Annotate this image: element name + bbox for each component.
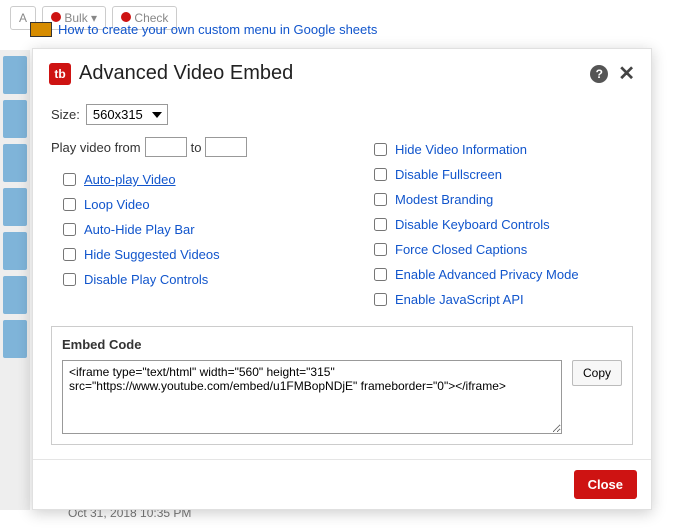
video-thumbnail-icon xyxy=(30,22,52,37)
loop-checkbox[interactable] xyxy=(63,198,76,211)
hidesuggested-checkbox[interactable] xyxy=(63,248,76,261)
embed-code-section: Embed Code <iframe type="text/html" widt… xyxy=(51,326,633,445)
disablekeyboard-checkbox[interactable] xyxy=(374,218,387,231)
privacy-checkbox[interactable] xyxy=(374,268,387,281)
help-icon[interactable]: ? xyxy=(590,65,608,83)
modal-header: tb Advanced Video Embed ? ✕ xyxy=(33,49,651,96)
disablekeyboard-label[interactable]: Disable Keyboard Controls xyxy=(395,217,550,232)
close-icon[interactable]: ✕ xyxy=(618,61,635,86)
copy-button[interactable]: Copy xyxy=(572,360,622,386)
bg-video-link: How to create your own custom menu in Go… xyxy=(58,22,377,37)
hideinfo-checkbox[interactable] xyxy=(374,143,387,156)
autoplay-label[interactable]: Auto-play Video xyxy=(84,172,176,187)
loop-label[interactable]: Loop Video xyxy=(84,197,150,212)
forcecc-checkbox[interactable] xyxy=(374,243,387,256)
close-button[interactable]: Close xyxy=(574,470,637,499)
disablecontrols-checkbox[interactable] xyxy=(63,273,76,286)
jsapi-checkbox[interactable] xyxy=(374,293,387,306)
right-options-column: Hide Video Information Disable Fullscree… xyxy=(362,137,633,312)
play-to-label: to xyxy=(191,140,202,155)
bg-sidebar xyxy=(0,50,30,510)
modal-title: Advanced Video Embed xyxy=(79,62,590,85)
modal-footer: Close xyxy=(33,459,651,509)
embed-code-textarea[interactable]: <iframe type="text/html" width="560" hei… xyxy=(62,360,562,434)
left-options-column: Play video from to Auto-play Video Loop … xyxy=(51,137,322,312)
play-from-label: Play video from xyxy=(51,140,141,155)
forcecc-label[interactable]: Force Closed Captions xyxy=(395,242,527,257)
play-from-input[interactable] xyxy=(145,137,187,157)
modestbranding-label[interactable]: Modest Branding xyxy=(395,192,493,207)
privacy-label[interactable]: Enable Advanced Privacy Mode xyxy=(395,267,579,282)
hideinfo-label[interactable]: Hide Video Information xyxy=(395,142,527,157)
disablefullscreen-label[interactable]: Disable Fullscreen xyxy=(395,167,502,182)
modestbranding-checkbox[interactable] xyxy=(374,193,387,206)
disablecontrols-label[interactable]: Disable Play Controls xyxy=(84,272,208,287)
autohide-checkbox[interactable] xyxy=(63,223,76,236)
tubebuddy-logo-icon: tb xyxy=(49,63,71,85)
hidesuggested-label[interactable]: Hide Suggested Videos xyxy=(84,247,220,262)
disablefullscreen-checkbox[interactable] xyxy=(374,168,387,181)
size-select[interactable]: 560x315 xyxy=(86,104,168,125)
size-label: Size: xyxy=(51,107,80,122)
play-to-input[interactable] xyxy=(205,137,247,157)
jsapi-label[interactable]: Enable JavaScript API xyxy=(395,292,524,307)
advanced-video-embed-modal: tb Advanced Video Embed ? ✕ Size: 560x31… xyxy=(32,48,652,510)
embed-code-title: Embed Code xyxy=(62,337,622,352)
autoplay-checkbox[interactable] xyxy=(63,173,76,186)
autohide-label[interactable]: Auto-Hide Play Bar xyxy=(84,222,195,237)
